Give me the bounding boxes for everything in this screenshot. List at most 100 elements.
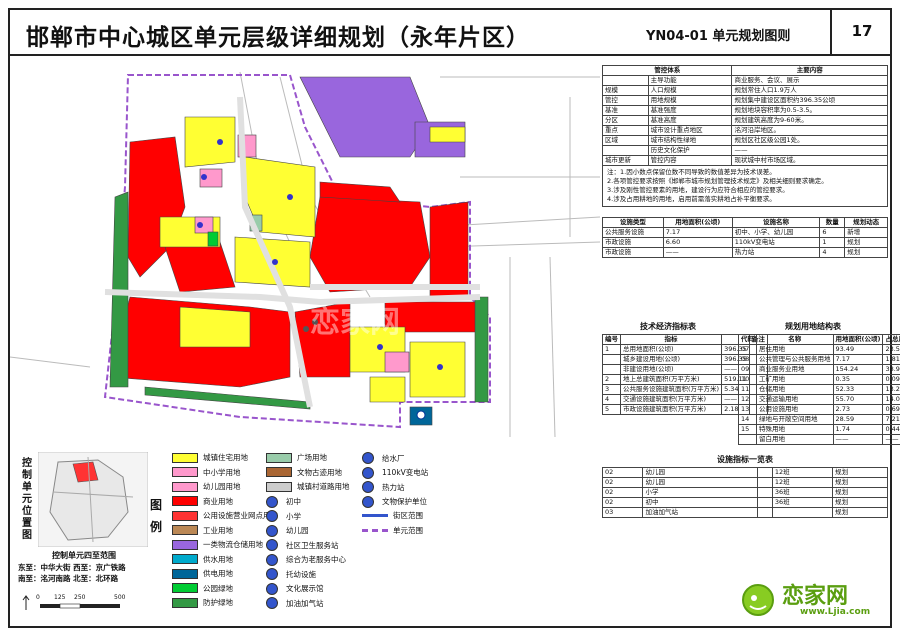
landuse-cell: 10 <box>738 374 757 385</box>
control-item: 城市设计重点地区 <box>647 125 733 136</box>
legend-swatch <box>172 554 198 564</box>
facility-list-row: 02 初中 36班 规划 <box>601 497 888 508</box>
control-item: 主导功能 <box>647 75 733 86</box>
facility-cell: 初中、小学、幼儿园 <box>731 227 821 238</box>
legend-swatch <box>172 467 198 477</box>
legend-label: 工业用地 <box>203 525 233 535</box>
econ-cell: 2 <box>602 374 621 385</box>
facility-list-cell <box>756 467 773 478</box>
facility-cell: 6 <box>819 227 846 238</box>
control-col2: 主要内容 <box>731 65 888 76</box>
landuse-cell: 工矿用地 <box>756 374 834 385</box>
facility-cell: —— <box>662 247 733 258</box>
landuse-cell: 1.81 <box>882 354 900 365</box>
landuse-cell: 154.24 <box>832 364 884 375</box>
landuse-row: 07居住用地93.4923.59 <box>738 344 900 355</box>
legend-swatch <box>266 539 278 551</box>
facility-cell: 6.60 <box>662 237 733 248</box>
legend-swatch <box>172 510 198 521</box>
landuse-cell <box>738 434 757 445</box>
legend-label: 广场用地 <box>297 453 327 462</box>
facility-row: 市政设施 6.60 110kV变电站 1 规划 <box>602 237 888 248</box>
facility-cell: 公共服务设施 <box>602 227 664 238</box>
facility-cell: 规划 <box>844 237 888 248</box>
facility-cell: 热力站 <box>731 247 821 258</box>
econ-cell: 非建设用地(公顷) <box>619 364 723 375</box>
note-line: 注：1.因小数点保留位数不同导致的数值差异为技术误差。 <box>607 168 776 176</box>
landuse-cell: 08 <box>738 354 757 365</box>
landuse-row: 10 工矿用地 0.35 0.09 <box>738 374 900 385</box>
legend-label: 初中 <box>286 497 301 506</box>
legend-item: 工业用地 <box>172 525 233 536</box>
landuse-cell: 55.70 <box>832 394 884 405</box>
landuse-cell: 09 <box>738 364 757 375</box>
control-col1: 管控体系 <box>601 65 733 76</box>
range-east-west: 东至：中华大街 西至：京广铁路 <box>18 563 126 572</box>
facility-list-cell <box>756 487 773 498</box>
planning-map[interactable]: 恋家网 <box>10 57 600 437</box>
control-content: 规划区社区级公园1处。 <box>731 135 888 146</box>
legend-item: 城镇村道路用地 <box>266 481 350 492</box>
landuse-cell: 13 <box>738 404 757 415</box>
legend-label: 热力站 <box>382 482 405 492</box>
landuse-cell: 特殊用地 <box>756 424 834 435</box>
facility-list-cell: 36班 <box>771 487 834 498</box>
legend-title: 图例 <box>150 498 163 534</box>
legend-swatch <box>266 467 292 477</box>
econ-cell: 总用地面积(公顷) <box>619 344 723 355</box>
control-row: 管控 用地规模 规划集中建设区面积约396.35公顷 <box>602 95 888 106</box>
legend-item: 一类物流仓储用地 <box>172 539 263 550</box>
landuse-cell: —— <box>882 434 900 445</box>
control-content: 规划建筑高度为9-60米。 <box>731 115 888 126</box>
landuse-row: 15 特殊用地 1.74 0.44 <box>738 424 900 435</box>
legend-item: 文化展示馆 <box>266 582 324 595</box>
econ-cell: 交通设施建筑面积(万平方米) <box>619 394 723 405</box>
sheet-number: 17 <box>830 8 892 54</box>
legend-item: 商业用地 <box>172 496 233 507</box>
legend-item: 托幼设施 <box>266 568 316 580</box>
facility-table: 设施类型 用地面积(公顷) 设施名称 数量 规划动态 公共服务设施 7.17 初中、小学、幼… <box>602 217 888 258</box>
econ-cell: 4 <box>602 394 621 405</box>
legend-item: 街区范围 <box>362 510 423 521</box>
control-content: 现状城中村市场区域。 <box>731 155 888 166</box>
facility-list-cell <box>756 497 773 508</box>
econ-cell: 地上总建筑面积(万平方米) <box>619 374 723 385</box>
control-cat: 分区 <box>602 115 649 126</box>
legend-item: 110kV变电站 <box>362 466 428 479</box>
control-cat: 规模 <box>602 85 649 96</box>
legend-swatch <box>266 568 278 580</box>
legend-label: 街区范围 <box>393 511 423 520</box>
landuse-cell: 交通运输用地 <box>756 394 834 405</box>
facility-list-cell: 36班 <box>771 497 834 508</box>
landuse-row: 12交通运输用地55.7014.05 <box>738 394 900 405</box>
legend-swatch <box>362 452 374 464</box>
landuse-cell: 11 <box>738 384 757 395</box>
facility-list-cell: 02 <box>601 467 644 478</box>
control-content: 商业服务、会议、展示 <box>731 75 888 86</box>
legend-item: 中小学用地 <box>172 467 241 478</box>
landuse-cell: —— <box>832 434 884 445</box>
control-cat: 基准 <box>602 105 649 116</box>
econ-header: 编号 <box>602 334 621 345</box>
scale-bar: 0 125 250 500 <box>20 594 140 620</box>
legend-label: 综合为老服务中心 <box>286 555 346 564</box>
legend-item: 公园绿地 <box>172 583 233 594</box>
landuse-row: 08 公共管理与公共服务用地 7.17 1.81 <box>738 354 900 365</box>
control-content: —— <box>731 145 888 156</box>
landuse-cell: 12 <box>738 394 757 405</box>
legend-label: 社区卫生服务站 <box>286 540 339 550</box>
landuse-row: 11仓储用地52.3313.20 <box>738 384 900 395</box>
range-title: 控制单元四至范围 <box>52 551 116 560</box>
landuse-cell: 52.33 <box>832 384 884 395</box>
facility-list-cell: 规划 <box>832 477 888 488</box>
facility-cell: 110kV变电站 <box>731 237 821 248</box>
landuse-cell: 15 <box>738 424 757 435</box>
facility-list-cell: 12班 <box>771 467 834 478</box>
control-item: 管控内容 <box>647 155 733 166</box>
legend-label: 托幼设施 <box>286 569 316 579</box>
legend-item: 公用设施营业网点用地 <box>172 510 278 521</box>
legend-item: 广场用地 <box>266 452 327 463</box>
econ-cell <box>602 364 621 375</box>
facility-header: 数量 <box>819 217 846 228</box>
facility-list-cell <box>756 477 773 488</box>
